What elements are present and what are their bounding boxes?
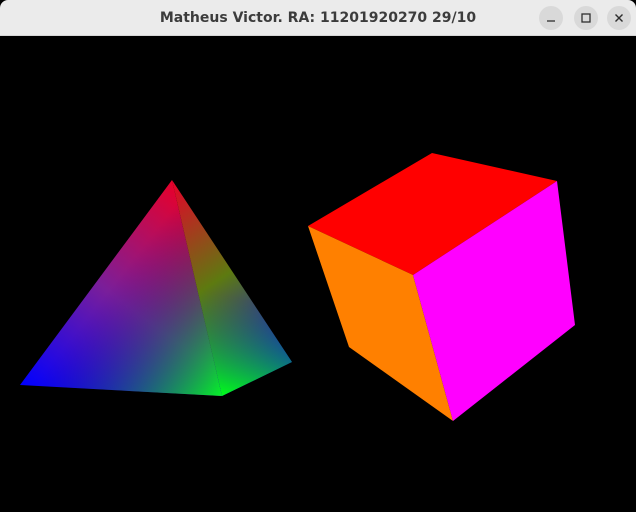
close-icon	[615, 14, 623, 22]
cube	[308, 153, 575, 421]
pyramid	[20, 180, 292, 396]
title-bar[interactable]: Matheus Victor. RA: 11201920270 29/10	[0, 0, 636, 36]
minimize-icon	[547, 20, 555, 22]
app-window: Matheus Victor. RA: 11201920270 29/10	[0, 0, 636, 512]
maximize-button[interactable]	[574, 6, 598, 30]
maximize-icon	[581, 13, 591, 23]
minimize-button[interactable]	[539, 6, 563, 30]
render-canvas	[0, 36, 636, 512]
close-button[interactable]	[607, 6, 631, 30]
